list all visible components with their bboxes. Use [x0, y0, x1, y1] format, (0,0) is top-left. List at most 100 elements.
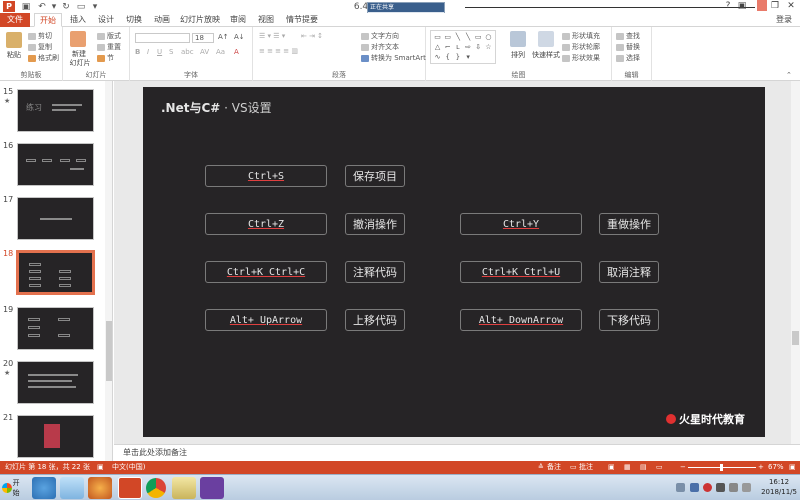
section-button[interactable]: 节 [97, 53, 114, 63]
shape-effects-button[interactable]: 形状效果 [562, 53, 600, 63]
connector-shape-icon[interactable]: ʟ [453, 43, 462, 52]
record-icon[interactable] [703, 483, 712, 492]
arrange-button[interactable]: 排列 [504, 50, 532, 60]
char-spacing-icon[interactable]: AV [200, 48, 209, 56]
system-clock[interactable]: 16:12 2018/11/5 [761, 477, 797, 497]
comments-button[interactable]: 批注 [579, 461, 593, 474]
cut-button[interactable]: 剪切 [28, 31, 52, 41]
slide-title[interactable]: .Net与C# · VS设置 [161, 99, 272, 116]
rect-shape-icon[interactable]: ▭ [433, 33, 442, 42]
slide-thumbnail-20[interactable] [17, 361, 94, 404]
star-shape-icon[interactable]: ☆ [484, 43, 493, 52]
slide-thumbnail-16[interactable] [17, 143, 94, 186]
login-link[interactable]: 登录 [776, 13, 792, 27]
slideshow-view-icon[interactable]: ▭ [656, 461, 663, 474]
normal-view-icon[interactable]: ▣ [608, 461, 615, 474]
shortcut-keys[interactable]: Ctrl+K Ctrl+U [460, 261, 582, 283]
slide-thumbnail-19[interactable] [17, 307, 94, 350]
text-direction-button[interactable]: 文字方向 [361, 31, 399, 41]
reset-button[interactable]: 重置 [97, 42, 121, 52]
explorer-app-icon[interactable] [60, 477, 84, 499]
shapes-gallery[interactable]: ▭ ▭ ╲ ╲ ▭ ○ △ ⌐ ʟ ⇨ ⇩ ☆ ∿ { } ▾ [430, 30, 496, 64]
ribbon-display-icon[interactable]: ▣ [737, 1, 747, 12]
bold-icon[interactable]: B [135, 48, 140, 56]
tray-app-icon[interactable] [716, 483, 725, 492]
undo-icon[interactable]: ↶ [36, 1, 48, 12]
current-slide[interactable]: .Net与C# · VS设置 Ctrl+S 保存项目 Ctrl+Z 撤消操作 C… [143, 87, 765, 437]
start-button[interactable]: 开始 [2, 478, 26, 498]
font-family-select[interactable] [135, 33, 190, 43]
tab-home[interactable]: 开始 [34, 13, 62, 27]
tab-file[interactable]: 文件 [0, 13, 30, 27]
shortcut-action[interactable]: 上移代码 [345, 309, 405, 331]
zoom-level[interactable]: 67% [768, 461, 784, 474]
spellcheck-icon[interactable]: ▣ [97, 461, 104, 474]
save-icon[interactable]: ▣ [20, 1, 32, 12]
copy-button[interactable]: 复制 [28, 42, 52, 52]
font-size-select[interactable]: 18 [192, 33, 214, 43]
zoom-in-icon[interactable]: + [758, 461, 764, 474]
scrollbar-thumb[interactable] [792, 331, 799, 345]
connector-shape-icon[interactable]: ⌐ [443, 43, 452, 52]
language-indicator[interactable]: 中文(中国) [112, 461, 145, 474]
chrome-app-icon[interactable] [146, 478, 166, 498]
notes-app-icon[interactable] [172, 477, 196, 499]
indent-icon[interactable]: ⇤ ⇥ ↕ [301, 32, 323, 40]
shrink-font-icon[interactable]: A↓ [234, 33, 245, 41]
paste-icon[interactable] [6, 32, 22, 48]
ellipse-shape-icon[interactable]: ○ [484, 33, 493, 42]
font-color-icon[interactable]: A [234, 48, 239, 56]
shortcut-keys[interactable]: Ctrl+Y [460, 213, 582, 235]
align-icon[interactable]: ≡ ≡ ≡ ≡ ▥ [259, 47, 298, 55]
scrollbar-thumb[interactable] [106, 321, 112, 381]
slide-thumbnail-17[interactable] [17, 197, 94, 240]
line-shape-icon[interactable]: ╲ [464, 33, 473, 42]
shortcut-keys[interactable]: Ctrl+K Ctrl+C [205, 261, 327, 283]
restore-icon[interactable]: ❐ [770, 1, 780, 12]
shortcut-keys[interactable]: Alt+ UpArrow [205, 309, 327, 331]
shortcut-action[interactable]: 注释代码 [345, 261, 405, 283]
fit-slide-icon[interactable]: ▣ [789, 461, 796, 474]
battery-icon[interactable] [729, 483, 738, 492]
brace-shape-icon[interactable]: } [453, 52, 462, 61]
format-painter-button[interactable]: 格式刷 [28, 53, 59, 63]
zoom-out-icon[interactable]: − [680, 461, 686, 474]
minimize-button-hover[interactable] [757, 0, 767, 11]
redo-icon[interactable]: ↻ [60, 1, 72, 12]
arrow-shape-icon[interactable]: ⇨ [464, 43, 473, 52]
comments-icon[interactable]: ▭ [570, 461, 577, 474]
bullets-icon[interactable]: ☰ ▾ ☰ ▾ [259, 32, 285, 40]
new-slide-sub-label[interactable]: 幻灯片 [65, 58, 95, 68]
notes-toggle-icon[interactable]: ≙ [538, 461, 544, 474]
quick-styles-button[interactable]: 快速样式 [530, 50, 562, 60]
line-shape-icon[interactable]: ╲ [453, 33, 462, 42]
zoom-slider-knob[interactable] [720, 464, 723, 471]
tab-animations[interactable]: 动画 [150, 13, 174, 27]
align-text-button[interactable]: 对齐文本 [361, 42, 399, 52]
tab-storyboard[interactable]: 情节提要 [282, 13, 322, 27]
underline-icon[interactable]: U [157, 48, 162, 56]
undo-dropdown-icon[interactable]: ▾ [50, 1, 58, 12]
shortcut-action[interactable]: 取消注释 [599, 261, 659, 283]
powerpoint-app-icon[interactable] [118, 477, 142, 499]
shortcut-keys[interactable]: Ctrl+Z [205, 213, 327, 235]
grow-font-icon[interactable]: A↑ [218, 33, 229, 41]
layout-button[interactable]: 版式 [97, 31, 121, 41]
shape-outline-button[interactable]: 形状轮廓 [562, 42, 600, 52]
shape-fill-button[interactable]: 形状填充 [562, 31, 600, 41]
collapse-ribbon-icon[interactable]: ⌃ [786, 71, 792, 79]
shortcut-keys[interactable]: Ctrl+S [205, 165, 327, 187]
tray-app-icon[interactable] [690, 483, 699, 492]
more-shapes-icon[interactable]: ▾ [464, 52, 473, 61]
arrange-icon[interactable] [510, 31, 526, 47]
slide-thumbnail-18[interactable] [16, 250, 95, 295]
slideshow-start-icon[interactable]: ▭ [75, 1, 87, 12]
replace-button[interactable]: 替换 [616, 42, 640, 52]
shortcut-action[interactable]: 下移代码 [599, 309, 659, 331]
browser-app-icon[interactable] [32, 477, 56, 499]
shortcut-action[interactable]: 撤消操作 [345, 213, 405, 235]
visual-studio-app-icon[interactable] [200, 477, 224, 499]
curve-shape-icon[interactable]: ∿ [433, 52, 442, 61]
notes-button[interactable]: 备注 [547, 461, 561, 474]
new-slide-icon[interactable] [70, 31, 86, 47]
